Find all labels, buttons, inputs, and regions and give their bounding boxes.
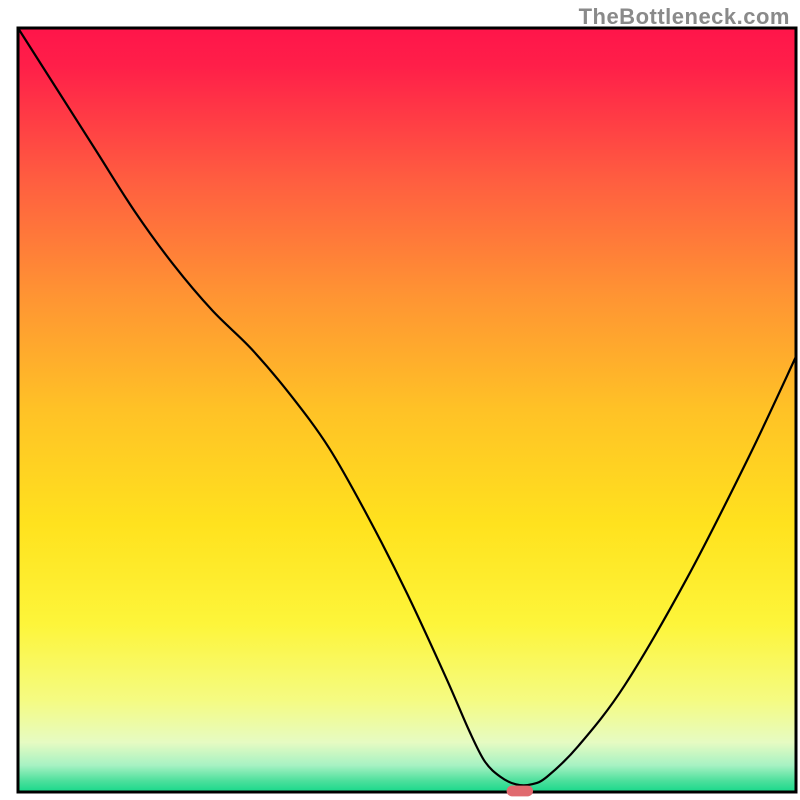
plot-background xyxy=(18,28,796,792)
chart-container: TheBottleneck.com xyxy=(0,0,800,800)
optimum-marker xyxy=(507,786,533,797)
watermark-text: TheBottleneck.com xyxy=(579,4,790,30)
bottleneck-chart xyxy=(0,0,800,800)
